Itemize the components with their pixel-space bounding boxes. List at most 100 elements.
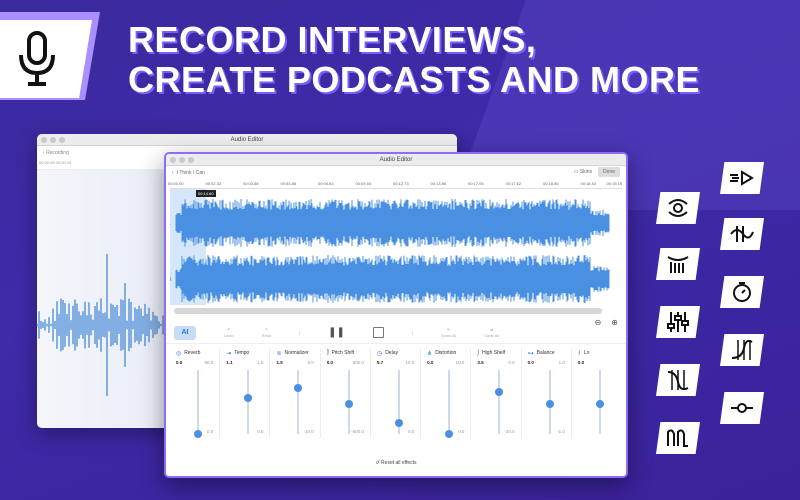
effect-values: 5.7 10.0 — [371, 360, 420, 365]
done-button[interactable]: Done — [598, 167, 620, 177]
effect-min-value: 0.0 — [407, 429, 415, 434]
window-zoom-dot[interactable] — [188, 157, 194, 163]
show-all-button[interactable]: ↻ Show All — [441, 327, 456, 338]
redo-icon: ↷ — [264, 327, 269, 332]
effect-slider-knob[interactable] — [244, 394, 253, 402]
effect-name: Distortion — [435, 350, 457, 356]
timeline-tick: 00:19.15 — [606, 181, 622, 186]
back-button[interactable]: ‹ I Think I Can — [172, 170, 205, 176]
high-shelf-icon — [720, 334, 764, 366]
effect-values: 1.5 5.0 — [270, 360, 319, 365]
window-close-dot[interactable] — [170, 157, 176, 163]
back-nav-label[interactable]: Recording — [46, 150, 69, 156]
effect-current-value: 0.0 — [176, 360, 183, 365]
effect-max-value: 5.0 — [307, 360, 314, 365]
timeline-tick: 00:17.62 — [505, 181, 522, 186]
undo-button[interactable]: ↶ Undo — [224, 327, 234, 338]
window-minimize-dot[interactable] — [50, 137, 56, 143]
effect-name: Pitch Shift — [331, 350, 355, 356]
effects-panel: ◎ Reverb 0.0 50.0 0.0 ⇥ Tempo 1.1 1.5 0.… — [166, 348, 626, 438]
effect-slider-track[interactable] — [498, 370, 501, 434]
effect-header: ⋔ Distortion — [421, 348, 470, 358]
back-waveform-area — [37, 170, 177, 428]
normalizer-icon: ≋ — [276, 350, 282, 357]
selection-time-label: 00:14.60 — [198, 191, 214, 196]
effect-current-value: 0.0 — [577, 360, 585, 365]
timeline-tick: 00:00.00 — [168, 181, 184, 186]
effect-slider-knob[interactable] — [344, 400, 353, 408]
horizontal-scrollbar[interactable] — [174, 308, 602, 314]
zoom-out-icon[interactable]: ⊖ — [595, 318, 602, 327]
timeline-tick: 00:18.86 — [543, 181, 559, 186]
front-window-toolbar: ‹ I Think I Can ▭ Skins Done — [166, 166, 626, 180]
effect-name: High Shelf — [482, 350, 506, 356]
clear-all-icon: ⇄ — [490, 327, 494, 332]
waveform-channel-R — [175, 255, 610, 303]
effect-slider-track[interactable] — [197, 370, 199, 434]
redo-button[interactable]: ↷ Redo — [262, 327, 272, 338]
front-editor-window: Audio Editor ‹ I Think I Can ▭ Skins Don… — [164, 152, 628, 478]
clear-all-button[interactable]: ⇄ Clear All — [484, 327, 499, 338]
microphone-icon — [19, 31, 55, 86]
effect-name: Reverb — [184, 350, 201, 356]
effect-slider-knob[interactable] — [545, 400, 554, 408]
effect-min-value: 0.0 — [458, 429, 465, 434]
effect-values: 3.5 0.0 — [471, 360, 520, 365]
stop-icon[interactable] — [372, 327, 384, 338]
reverb-icon — [656, 192, 700, 224]
divider: | — [299, 330, 301, 335]
effect-slider-track[interactable] — [448, 370, 451, 434]
window-close-dot[interactable] — [41, 137, 47, 143]
effect-max-value: 50.0 — [204, 360, 214, 365]
effect-min-value: 0.5 — [257, 429, 264, 434]
effect-slider-track[interactable] — [297, 370, 300, 434]
track-name: I Think I Can — [176, 170, 205, 176]
effect-header: ∫ High Shelf — [471, 348, 520, 358]
reset-effects-button[interactable]: ↺ Reset all effects — [166, 460, 626, 466]
skins-button[interactable]: ▭ Skins — [574, 169, 592, 175]
chevron-left-icon[interactable]: ‹ — [43, 150, 45, 156]
effect-current-value: 1.1 — [226, 360, 233, 365]
timeline-tick: 00:13.86 — [430, 181, 447, 186]
window-minimize-dot[interactable] — [179, 157, 185, 163]
effect-values: 0.0 1.0 — [522, 360, 571, 365]
effect-slider-knob[interactable] — [194, 430, 202, 438]
effect-current-value: 5.7 — [376, 360, 384, 365]
timeline-ruler[interactable]: 00:00.00 00:02.33 00:03.88 00:03.88 00:04.83… — [168, 180, 622, 189]
speed-icon — [720, 162, 764, 194]
effect-slider-knob[interactable] — [294, 384, 303, 393]
effect-slider-track[interactable] — [247, 370, 250, 434]
effect-max-value: 10.0 — [455, 360, 465, 365]
pause-icon[interactable]: ❚❚ — [328, 327, 345, 338]
effect-current-value: 3.5 — [477, 360, 484, 365]
stereo-waveform[interactable]: 00:14.60LR — [170, 189, 626, 305]
window-zoom-dot[interactable] — [59, 137, 65, 143]
effect-min-value: -600.0 — [351, 429, 364, 434]
delay-icon: ◷ — [376, 350, 383, 357]
effect-max-value: 1.5 — [257, 360, 264, 365]
effect-header: ⌇ Lo — [572, 348, 622, 358]
ai-button[interactable]: AI — [174, 325, 196, 340]
balance-icon: ⊶ — [527, 350, 534, 357]
divider: | — [411, 330, 413, 335]
timeline-tick: 00:18.52 — [580, 181, 597, 186]
effect-slider-knob[interactable] — [495, 388, 504, 396]
pitch-shift-icon: ⫿ — [326, 349, 329, 356]
timeline-tick: 00:17.05 — [468, 181, 484, 186]
headline-line-2: CREATE PODCASTS AND MORE — [128, 59, 701, 100]
effect-current-value: 0.0 — [326, 360, 333, 365]
effect-name: Normalizer — [284, 350, 309, 356]
effect-header: ≋ Normalizer — [270, 348, 319, 358]
effect-values: 0.0 — [572, 360, 622, 365]
effect-low: ⌇ Lo 0.0 — [572, 348, 622, 438]
timeline-tick: 00:02.33 — [205, 181, 222, 186]
zoom-in-icon[interactable]: ⊕ — [611, 318, 618, 327]
distortion-icon: ⋔ — [427, 350, 433, 357]
effect-slider-knob[interactable] — [394, 419, 403, 428]
effect-header: ⊶ Balance — [522, 348, 571, 358]
headline-line-1: RECORD INTERVIEWS, — [128, 19, 537, 60]
effect-slider-knob[interactable] — [445, 430, 454, 438]
balance-icon — [720, 392, 764, 424]
waveform-area[interactable]: 00:14.60LR — [170, 189, 622, 305]
effect-slider-knob[interactable] — [595, 400, 604, 408]
